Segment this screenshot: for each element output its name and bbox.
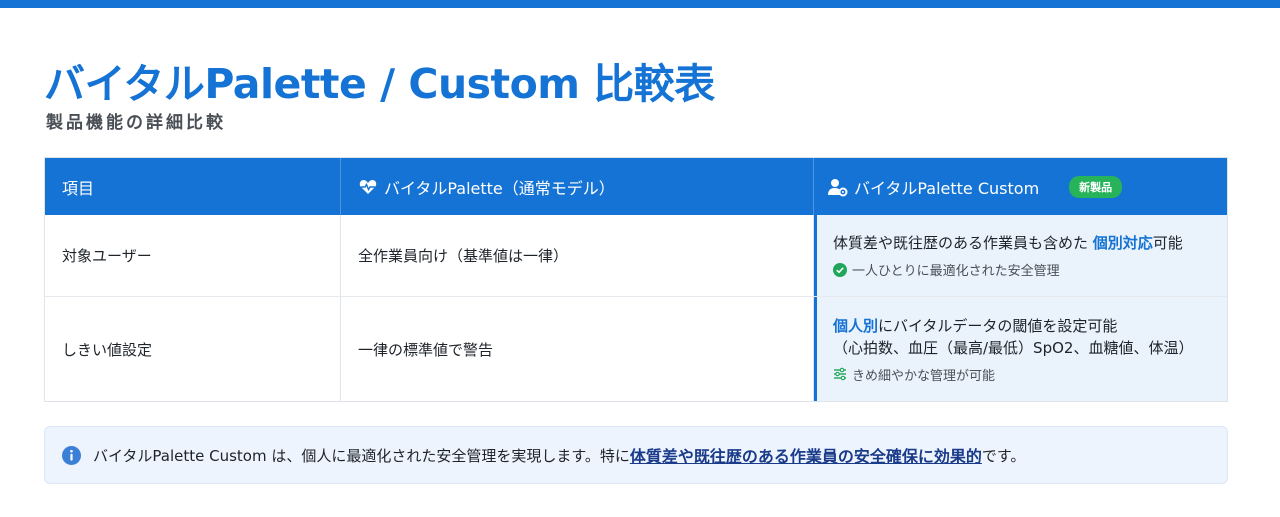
custom-sub-text: 一人ひとりに最適化された安全管理 — [852, 264, 1060, 279]
custom-sub-line: きめ細やかな管理が可能 — [833, 365, 995, 384]
header-custom: バイタルPalette Custom 新製品 — [814, 158, 1227, 215]
page-title: バイタルPalette / Custom 比較表 — [44, 60, 715, 108]
custom-main-line: 体質差や既往歴のある作業員も含めた 個別対応可能 — [833, 232, 1183, 254]
new-product-badge: 新製品 — [1069, 175, 1123, 198]
row-standard-value: 全作業員向け（基準値は一律） — [341, 215, 814, 296]
header-item-label: 項目 — [62, 178, 95, 198]
comparison-table: 項目 バイタルPalette（通常モデル） バイタルPalette Custom… — [44, 157, 1228, 402]
custom-sub-line: 一人ひとりに最適化された安全管理 — [833, 260, 1060, 279]
custom-main-line: 個人別にバイタルデータの閾値を設定可能 — [833, 315, 1117, 337]
note-text: バイタルPalette Custom は、個人に最適化された安全管理を実現します… — [93, 446, 630, 465]
table-row: しきい値設定 一律の標準値で警告 個人別にバイタルデータの閾値を設定可能 （心拍… — [45, 297, 1227, 401]
header-item: 項目 — [45, 158, 341, 215]
row-custom-value: 個人別にバイタルデータの閾値を設定可能 （心拍数、血圧（最高/最低）SpO2、血… — [814, 297, 1227, 401]
table-row: 対象ユーザー 全作業員向け（基準値は一律） 体質差や既往歴のある作業員も含めた … — [45, 215, 1227, 297]
row-label: しきい値設定 — [45, 297, 341, 401]
header-standard: バイタルPalette（通常モデル） — [341, 158, 814, 215]
row-custom-value: 体質差や既往歴のある作業員も含めた 個別対応可能 一人ひとりに最適化された安全管… — [814, 215, 1227, 296]
table-header-row: 項目 バイタルPalette（通常モデル） バイタルPalette Custom… — [45, 158, 1227, 215]
row-standard-value: 一律の標準値で警告 — [341, 297, 814, 401]
header-standard-label: バイタルPalette（通常モデル） — [384, 178, 615, 198]
page-subtitle: 製品機能の詳細比較 — [46, 113, 226, 133]
user-gear-icon — [828, 177, 848, 197]
check-circle-icon — [833, 262, 847, 277]
custom-text-end: 可能 — [1152, 234, 1183, 252]
custom-text: 体質差や既往歴のある作業員も含めた — [833, 234, 1093, 252]
note-text-end: です。 — [981, 446, 1026, 465]
note-highlight: 体質差や既往歴のある作業員の安全確保に効果的 — [629, 447, 982, 466]
custom-highlight: 個人別 — [833, 316, 879, 335]
summary-note: バイタルPalette Custom は、個人に最適化された安全管理を実現します… — [44, 426, 1228, 484]
custom-sub-text: きめ細やかな管理が可能 — [852, 368, 996, 384]
heartbeat-icon — [358, 177, 378, 197]
header-custom-label: バイタルPalette Custom — [854, 178, 1040, 198]
custom-highlight: 個別対応 — [1092, 234, 1153, 252]
sliders-icon — [833, 367, 847, 381]
custom-text-end: にバイタルデータの閾値を設定可能 — [878, 316, 1118, 335]
top-accent-bar — [0, 0, 1280, 8]
row-label: 対象ユーザー — [45, 215, 341, 296]
info-icon — [62, 445, 81, 465]
custom-main-line-2: （心拍数、血圧（最高/最低）SpO2、血糖値、体温） — [833, 338, 1194, 357]
